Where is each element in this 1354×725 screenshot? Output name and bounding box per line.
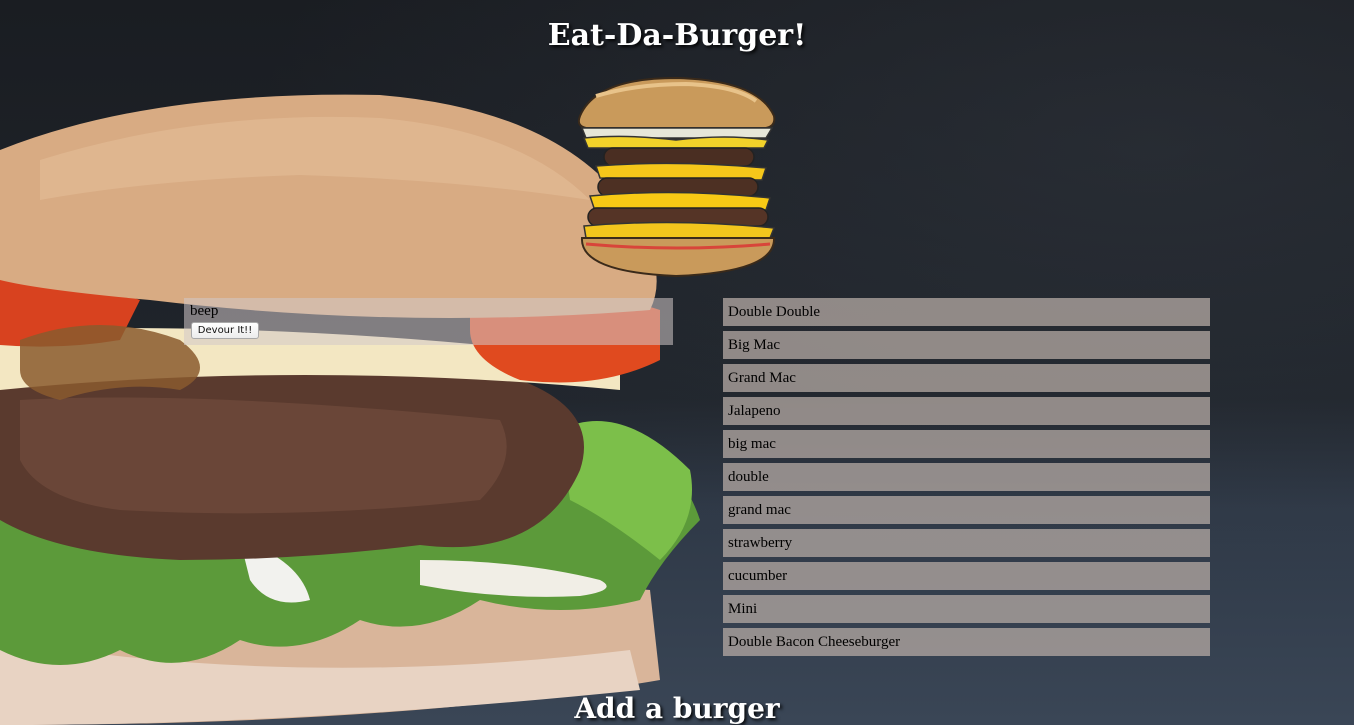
cartoon-burger-icon	[577, 76, 776, 278]
eaten-burger-item: Big Mac	[723, 331, 1210, 359]
eaten-burger-item: cucumber	[723, 562, 1210, 590]
eaten-burger-item: Grand Mac	[723, 364, 1210, 392]
eaten-burger-item: Mini	[723, 595, 1210, 623]
eaten-burger-item: Double Bacon Cheeseburger	[723, 628, 1210, 656]
eaten-burger-item: strawberry	[723, 529, 1210, 557]
uneaten-burger-item: beep Devour It!!	[184, 298, 673, 345]
page-title: Eat-Da-Burger!	[547, 18, 807, 53]
burger-name: beep	[190, 303, 219, 319]
eaten-burger-item: big mac	[723, 430, 1210, 458]
eaten-burger-item: Double Double	[723, 298, 1210, 326]
eaten-burger-item: Jalapeno	[723, 397, 1210, 425]
eaten-burger-item: grand mac	[723, 496, 1210, 524]
devour-button[interactable]: Devour It!!	[191, 322, 259, 339]
eaten-burger-item: double	[723, 463, 1210, 491]
add-burger-heading: Add a burger	[574, 692, 780, 725]
eaten-burger-list: Double Double Big Mac Grand Mac Jalapeno…	[723, 298, 1210, 661]
